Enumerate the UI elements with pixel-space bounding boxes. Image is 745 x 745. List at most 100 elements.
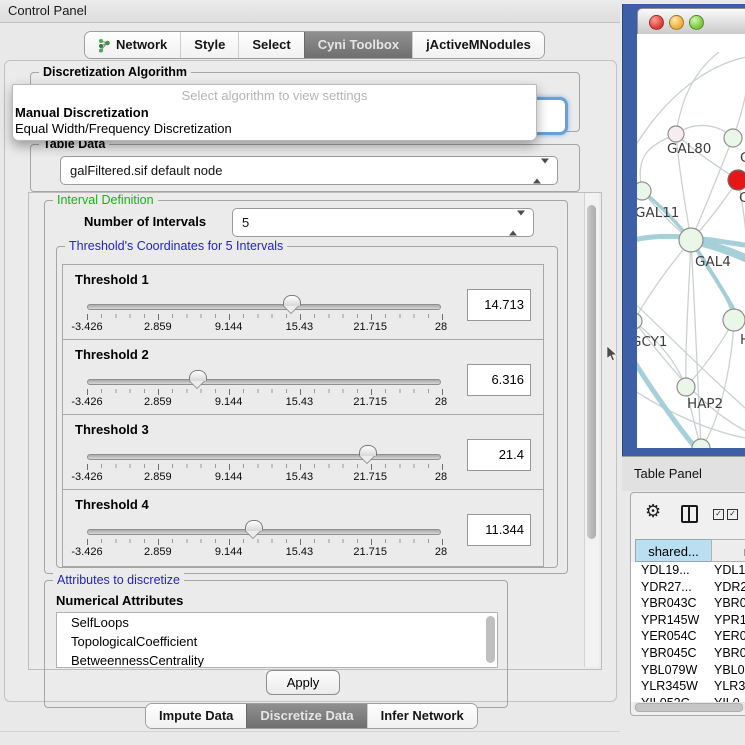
column-header-name[interactable]: na [711,539,745,562]
network-node[interactable] [637,182,651,200]
table-cell[interactable]: YBR043C [641,595,697,612]
table-cell[interactable]: YDR27... [641,579,692,596]
tab-label: Impute Data [159,704,233,728]
table-row[interactable]: YDL19... YDL1 [635,562,745,579]
network-view-window[interactable]: GAL80 GAL11 GAL4 GCY1 HAP2 G C H [622,4,745,456]
attribute-list-item[interactable]: SelfLoops [57,613,497,632]
table-cell[interactable]: YDL1 [714,562,745,579]
slider-thumb[interactable] [283,295,301,306]
network-node[interactable] [692,439,710,448]
table-row[interactable]: YBR045C YBR0 [635,645,745,662]
table-rows: YDL19...YDL1YDR27...YDR2YBR043CYBR0YPR14… [631,562,745,702]
checkbox-icon[interactable]: ✓ [713,509,724,520]
dropdown-option[interactable]: Equal Width/Frequency Discretization [13,121,536,137]
tab-network[interactable]: Network [85,32,180,58]
attribute-list-item[interactable]: TopologicalCoefficient [57,632,497,651]
attribute-list-item[interactable]: BetweennessCentrality [57,651,497,668]
network-canvas[interactable]: GAL80 GAL11 GAL4 GCY1 HAP2 G C H [637,34,745,448]
slider-track[interactable] [87,454,441,460]
threshold-value-field[interactable]: 11.344 [467,514,531,546]
table-cell[interactable]: YER0 [714,628,745,645]
table-row[interactable]: YLR345W YLR3 [635,678,745,695]
split-columns-icon[interactable] [681,505,698,523]
mouse-cursor [606,345,618,362]
number-of-intervals-combobox[interactable]: 5 [232,208,534,237]
network-node-selected[interactable] [728,170,745,190]
tab-infer-network[interactable]: Infer Network [367,704,477,728]
horizontal-scrollbar-thumb[interactable] [635,703,743,712]
threshold-slider[interactable]: -3.4262.8599.14415.4321.71528 [87,520,441,560]
vertical-scrollbar[interactable] [584,193,599,667]
slider-thumb[interactable] [189,370,207,381]
attributes-list-scrollbar[interactable] [486,616,495,663]
table-row[interactable]: YPR145W YPR1 [635,612,745,629]
tab-select[interactable]: Select [238,32,303,58]
table-row[interactable]: YIL052C YIL0 [635,695,745,702]
tab-impute-data[interactable]: Impute Data [146,704,246,728]
svg-text:GAL4: GAL4 [695,254,731,270]
network-node[interactable] [724,129,742,147]
threshold-label: Threshold 1 [75,272,149,287]
table-cell[interactable]: YDL19... [641,562,690,579]
threshold-value-field[interactable]: 21.4 [467,439,531,471]
table-cell[interactable]: YPR145W [641,612,699,629]
table-cell[interactable]: YBR0 [714,595,745,612]
table-cell[interactable]: YBL079W [641,662,697,679]
table-cell[interactable]: YBR045C [641,645,697,662]
tab-style[interactable]: Style [180,32,238,58]
table-row[interactable]: YBL079W YBL0 [635,662,745,679]
apply-button[interactable]: Apply [266,670,340,695]
table-cell[interactable]: YER054C [641,628,697,645]
threshold-value-field[interactable]: 14.713 [467,289,531,321]
network-window-titlebar[interactable] [637,8,745,36]
table-cell[interactable]: YDR2 [714,579,745,596]
threshold-label: Threshold 3 [75,422,149,437]
minimize-button[interactable] [669,15,684,30]
table-cell[interactable]: YIL052C [641,695,690,702]
zoom-button[interactable] [689,15,704,30]
table-row[interactable]: YER054C YER0 [635,628,745,645]
table-row[interactable]: YDR27... YDR2 [635,579,745,596]
column-header-shared[interactable]: shared... [635,539,712,562]
threshold-slider[interactable]: -3.4262.8599.14415.4321.71528 [87,370,441,410]
close-button[interactable] [649,15,664,30]
slider-tick-label: 2.859 [144,321,172,333]
numerical-attributes-list[interactable]: SelfLoopsTopologicalCoefficientBetweenne… [56,612,498,668]
slider-thumb[interactable] [359,445,377,456]
slider-thumb[interactable] [245,520,263,531]
horizontal-scrollbar[interactable] [633,702,745,711]
table-cell[interactable]: YBL0 [714,662,745,679]
numerical-attributes-label: Numerical Attributes [56,593,183,608]
table-cell[interactable]: YLR3 [714,678,745,695]
slider-tick-label: -3.426 [71,471,102,483]
table-row[interactable]: YBR043C YBR0 [635,595,745,612]
slider-tick-label: 21.715 [353,471,387,483]
table-cell[interactable]: YLR345W [641,678,698,695]
gear-icon[interactable]: ⚙ [645,501,661,523]
network-graph: GAL80 GAL11 GAL4 GCY1 HAP2 G C H [637,34,745,448]
threshold-value-field[interactable]: 6.316 [467,364,531,396]
network-node[interactable] [723,309,745,331]
threshold-slider[interactable]: -3.4262.8599.14415.4321.71528 [87,295,441,335]
network-node[interactable] [679,228,703,252]
dropdown-option[interactable]: Manual Discretization [13,105,536,121]
table-cell[interactable]: YBR0 [714,645,745,662]
network-node[interactable] [668,126,684,142]
slider-tick-label: 28 [435,321,447,333]
network-node[interactable] [677,378,695,396]
slider-track[interactable] [87,379,441,385]
slider-track[interactable] [87,529,441,535]
vertical-scrollbar-thumb[interactable] [587,205,596,539]
table-data-combobox[interactable]: galFiltered.sif default node [60,156,558,185]
tab-cyni-toolbox[interactable]: Cyni Toolbox [304,32,412,58]
threshold-slider[interactable]: -3.4262.8599.14415.4321.71528 [87,445,441,485]
tab-jactivemnodules[interactable]: jActiveMNodules [412,32,544,58]
panel-bottom-edge [0,731,620,732]
cyni-mode-tabs: Impute Data Discretize DataInfer Network [145,703,478,729]
checkbox-icon[interactable]: ✓ [727,509,738,520]
svg-text:G: G [740,150,745,166]
tab-discretize-data[interactable]: Discretize Data [246,704,366,728]
table-cell[interactable]: YPR1 [714,612,745,629]
slider-track[interactable] [87,304,441,310]
table-cell[interactable]: YIL0 [714,695,740,702]
